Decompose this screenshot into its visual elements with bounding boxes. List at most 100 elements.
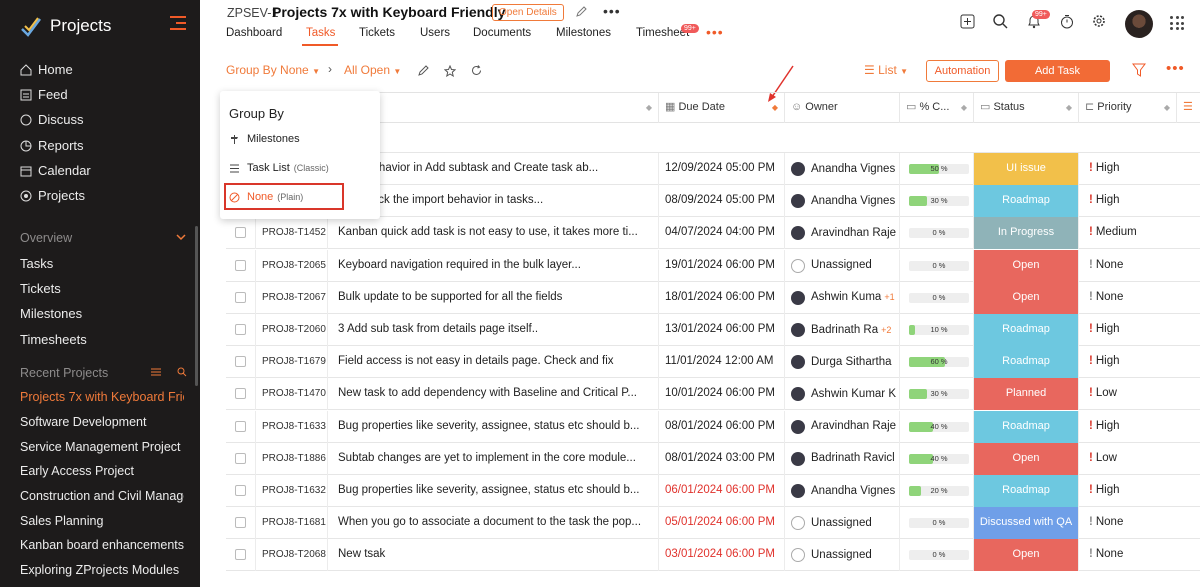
owner-cell[interactable]: Unassigned	[784, 507, 899, 540]
automation-button[interactable]: Automation	[926, 60, 999, 82]
overview-milestones[interactable]: Milestones	[20, 306, 82, 321]
task-id[interactable]: PROJ8-T1470	[255, 378, 327, 411]
tab-tickets[interactable]: Tickets	[359, 27, 395, 39]
owner-cell[interactable]: Durga Sithartha	[784, 346, 899, 379]
tab-dashboard[interactable]: Dashboard	[226, 27, 282, 39]
priority-cell[interactable]: ! High	[1078, 185, 1200, 218]
status-badge[interactable]: Roadmap	[973, 346, 1078, 379]
task-id[interactable]: PROJ8-T1452	[255, 217, 327, 250]
view-mode-dropdown[interactable]: ☰ List ▼	[864, 63, 908, 77]
task-name[interactable]: Bug properties like severity, assignee, …	[327, 410, 658, 443]
search-icon[interactable]	[177, 367, 187, 377]
status-badge[interactable]: In Progress	[973, 217, 1078, 250]
task-name[interactable]: When you go to associate a document to t…	[327, 507, 658, 540]
priority-cell[interactable]: ! Medium	[1078, 217, 1200, 250]
task-id[interactable]: PROJ8-T1632	[255, 475, 327, 507]
nav-home[interactable]: Home	[20, 62, 73, 77]
priority-cell[interactable]: ! None	[1078, 281, 1200, 314]
table-row[interactable]: PROJ8-T2068 New tsak 03/01/2024 06:00 PM Un…	[226, 539, 1200, 572]
status-badge[interactable]: Roadmap	[973, 185, 1078, 218]
row-checkbox[interactable]	[226, 378, 255, 410]
due-date[interactable]: 03/01/2024 06:00 PM	[658, 539, 784, 572]
due-date[interactable]: 10/01/2024 06:00 PM	[658, 378, 784, 411]
status-badge[interactable]: Planned	[973, 378, 1078, 411]
task-name[interactable]: New tsak	[327, 539, 658, 572]
recent-project-item[interactable]: Software Development	[20, 415, 184, 429]
percent-cell[interactable]: 0 %	[899, 281, 973, 314]
due-date[interactable]: 19/01/2024 06:00 PM	[658, 249, 784, 282]
chevron-down-icon[interactable]	[176, 233, 186, 241]
priority-cell[interactable]: ! High	[1078, 314, 1200, 346]
nav-calendar[interactable]: Calendar	[20, 163, 91, 178]
group-by-none[interactable]: None (Plain)	[229, 191, 303, 203]
filter-sliders-icon[interactable]	[151, 367, 161, 377]
due-date[interactable]: 05/01/2024 06:00 PM	[658, 507, 784, 540]
overview-timesheets[interactable]: Timesheets	[20, 332, 87, 347]
row-checkbox[interactable]	[226, 250, 255, 282]
search-icon[interactable]	[993, 14, 1008, 29]
task-id[interactable]: PROJ8-T2068	[255, 539, 327, 572]
table-row[interactable]: PROJ8-T1632 Bug properties like severity,…	[226, 475, 1200, 507]
percent-cell[interactable]: 0 %	[899, 249, 973, 282]
percent-cell[interactable]: 40 %	[899, 410, 973, 443]
owner-cell[interactable]: Anandha Vignes	[784, 475, 899, 507]
status-badge[interactable]: Roadmap	[973, 475, 1078, 507]
overview-heading[interactable]: Overview	[20, 231, 72, 245]
owner-cell[interactable]: Aravindhan Raje	[784, 217, 899, 250]
priority-cell[interactable]: ! High	[1078, 346, 1200, 379]
apps-grid-icon[interactable]	[1170, 16, 1184, 30]
status-badge[interactable]: Roadmap	[973, 410, 1078, 443]
due-date[interactable]: 08/09/2024 05:00 PM	[658, 185, 784, 218]
status-badge[interactable]: Roadmap	[973, 314, 1078, 346]
add-task-button[interactable]: Add Task	[1005, 60, 1110, 82]
open-details-button[interactable]: Open Details	[492, 4, 564, 21]
priority-cell[interactable]: ! High	[1078, 410, 1200, 443]
due-date[interactable]: 04/07/2024 04:00 PM	[658, 217, 784, 250]
nav-projects[interactable]: Projects	[20, 188, 85, 203]
table-row[interactable]: PROJ8-T2065 Keyboard navigation required …	[226, 249, 1200, 282]
table-row[interactable]: PROJ8-T1886 Subtab changes are yet to imp…	[226, 442, 1200, 475]
avatar[interactable]	[1125, 10, 1153, 38]
header-status[interactable]: ▭ Status ◆	[973, 93, 1078, 123]
due-date[interactable]: 08/01/2024 03:00 PM	[658, 442, 784, 475]
task-name[interactable]: Subtab changes are yet to implement in t…	[327, 442, 658, 475]
tab-milestones[interactable]: Milestones	[556, 27, 611, 39]
percent-cell[interactable]: 40 %	[899, 442, 973, 475]
percent-cell[interactable]: 10 %	[899, 314, 973, 346]
owner-cell[interactable]: Unassigned	[784, 539, 899, 572]
task-name[interactable]: Field access is not easy in details page…	[327, 346, 658, 379]
percent-cell[interactable]: 20 %	[899, 475, 973, 507]
refresh-icon[interactable]	[471, 65, 482, 76]
owner-cell[interactable]: Anandha Vignes	[784, 185, 899, 218]
task-id[interactable]: PROJ8-T2067	[255, 281, 327, 314]
table-row[interactable]: PROJ8-T2060 3 Add sub task from details p…	[226, 314, 1200, 346]
owner-cell[interactable]: Unassigned	[784, 249, 899, 282]
header-priority[interactable]: ⊏ Priority ◆	[1078, 93, 1176, 123]
due-date[interactable]: 06/01/2024 06:00 PM	[658, 475, 784, 507]
recent-project-item[interactable]: Service Management Project	[20, 440, 184, 454]
status-badge[interactable]: UI issue	[973, 153, 1078, 185]
due-date[interactable]: 11/01/2024 12:00 AM	[658, 346, 784, 379]
sidebar-collapse-icon[interactable]	[170, 16, 186, 30]
task-id[interactable]: PROJ8-T1681	[255, 507, 327, 540]
percent-cell[interactable]: 30 %	[899, 185, 973, 218]
overview-tickets[interactable]: Tickets	[20, 281, 61, 296]
priority-cell[interactable]: ! None	[1078, 539, 1200, 572]
priority-cell[interactable]: ! None	[1078, 249, 1200, 282]
recent-project-item[interactable]: Exploring ZProjects Modules	[20, 563, 184, 577]
recent-project-item[interactable]: Sales Planning	[20, 514, 184, 528]
tab-documents[interactable]: Documents	[473, 27, 531, 39]
nav-reports[interactable]: Reports	[20, 138, 84, 153]
due-date[interactable]: 13/01/2024 06:00 PM	[658, 314, 784, 346]
edit-view-icon[interactable]	[418, 65, 429, 76]
nav-feed[interactable]: Feed	[20, 87, 68, 102]
percent-cell[interactable]: 0 %	[899, 539, 973, 572]
priority-cell[interactable]: ! Low	[1078, 378, 1200, 411]
due-date[interactable]: 12/09/2024 05:00 PM	[658, 153, 784, 185]
status-badge[interactable]: Open	[973, 281, 1078, 314]
percent-cell[interactable]: 50 %	[899, 153, 973, 185]
priority-cell[interactable]: ! High	[1078, 153, 1200, 185]
recent-project-item[interactable]: Kanban board enhancements ii	[20, 538, 184, 552]
owner-cell[interactable]: Badrinath Ra +2	[784, 314, 899, 346]
table-row[interactable]: PROJ8-T1679 Field access is not easy in d…	[226, 346, 1200, 379]
